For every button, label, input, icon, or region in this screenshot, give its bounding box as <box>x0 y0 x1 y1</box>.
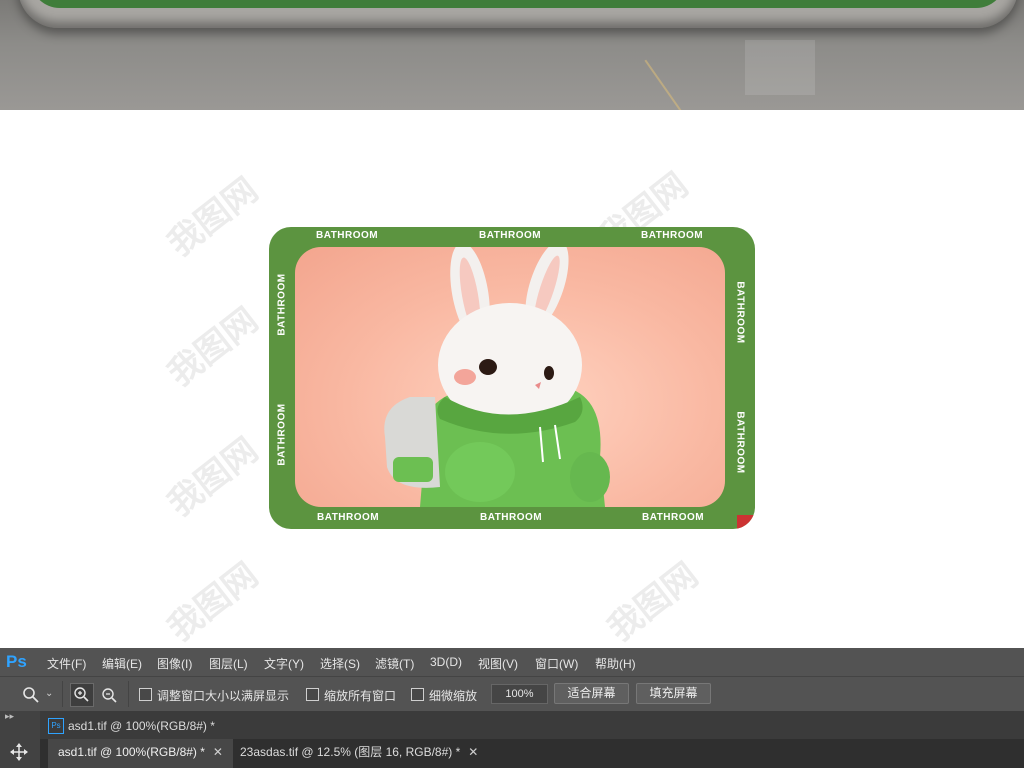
menu-help[interactable]: 帮助(H) <box>595 655 636 672</box>
bath-mat-design: BATHROOM BATHROOM BATHROOM BATHROOM BATH… <box>269 227 755 529</box>
mat-label-right-upper: BATHROOM <box>734 281 746 344</box>
mat-inner-panel <box>295 247 725 507</box>
resize-windows-checkbox[interactable] <box>139 688 152 701</box>
zoom-out-icon[interactable] <box>99 685 119 705</box>
mat-label-left-lower: BATHROOM <box>276 403 288 466</box>
document-tab-bar: asd1.tif @ 100%(RGB/8#) * ✕ 23asdas.tif @… <box>40 739 1024 768</box>
ps-document-area: ▸▸ Ps asd1.tif @ 100%(RGB/8#) * asd1.tif… <box>0 711 1024 768</box>
zoom-all-windows-checkbox[interactable] <box>306 688 319 701</box>
options-separator <box>128 681 129 707</box>
ps-options-bar: ⌄ 调整窗口大小以满屏显示 缩放所有窗口 细微缩放 100% 适合屏幕 填充屏幕 <box>0 676 1024 712</box>
menu-edit[interactable]: 编辑(E) <box>102 655 142 672</box>
menu-type[interactable]: 文字(Y) <box>264 655 304 672</box>
tools-panel: ▸▸ <box>0 711 41 768</box>
bunny-illustration <box>384 247 610 507</box>
document-tab-active[interactable]: asd1.tif @ 100%(RGB/8#) * ✕ <box>48 739 233 768</box>
menu-image[interactable]: 图像(I) <box>157 655 192 672</box>
close-icon[interactable]: ✕ <box>213 745 223 759</box>
scrubby-zoom-checkbox[interactable] <box>411 688 424 701</box>
watermark: 我图网 <box>161 170 266 264</box>
mat-mockup-edge <box>18 0 1018 28</box>
tool-preset-chevron-icon[interactable]: ⌄ <box>45 688 53 699</box>
watermark: 我图网 <box>161 300 266 394</box>
floating-document-title[interactable]: Ps asd1.tif @ 100%(RGB/8#) * <box>40 711 1024 739</box>
menu-select[interactable]: 选择(S) <box>320 655 360 672</box>
zoom-tool-icon[interactable] <box>22 686 40 704</box>
zoom-in-icon <box>74 687 89 702</box>
mat-corner-accent <box>737 515 755 529</box>
mat-label-bottom-right: BATHROOM <box>642 512 705 523</box>
move-tool-icon[interactable] <box>10 743 28 761</box>
close-icon[interactable]: ✕ <box>468 745 478 759</box>
mat-label-top-center: BATHROOM <box>479 230 542 241</box>
zoom-value-field[interactable]: 100% <box>491 684 548 704</box>
tab-label: 23asdas.tif @ 12.5% (图层 16, RGB/8#) * <box>240 745 461 759</box>
mat-mockup-green <box>30 0 1006 8</box>
resize-windows-label: 调整窗口大小以满屏显示 <box>157 689 290 703</box>
ps-logo: Ps <box>6 652 27 671</box>
watermark: 我图网 <box>601 555 706 649</box>
document-tab[interactable]: 23asdas.tif @ 12.5% (图层 16, RGB/8#) * ✕ <box>230 739 488 768</box>
menu-file[interactable]: 文件(F) <box>47 655 86 672</box>
mat-label-bottom-left: BATHROOM <box>317 512 380 523</box>
fit-screen-button[interactable]: 适合屏幕 <box>554 683 629 704</box>
zoom-in-button[interactable] <box>70 683 94 707</box>
options-separator <box>62 681 63 707</box>
mat-label-top-left: BATHROOM <box>316 230 379 241</box>
marble-crack <box>644 13 758 110</box>
menu-3d[interactable]: 3D(D) <box>430 655 462 669</box>
menu-view[interactable]: 视图(V) <box>478 655 518 672</box>
menu-layer[interactable]: 图层(L) <box>209 655 248 672</box>
menu-window[interactable]: 窗口(W) <box>535 655 578 672</box>
ps-menubar: Ps 文件(F) 编辑(E) 图像(I) 图层(L) 文字(Y) 选择(S) 滤… <box>0 648 1024 676</box>
fill-screen-button[interactable]: 填充屏幕 <box>636 683 711 704</box>
zoom-all-windows-label: 缩放所有窗口 <box>324 689 397 703</box>
marble-sheen <box>745 40 815 95</box>
panel-collapse-icon[interactable]: ▸▸ <box>5 711 14 722</box>
mat-label-bottom-center: BATHROOM <box>480 512 543 523</box>
menu-filter[interactable]: 滤镜(T) <box>375 655 414 672</box>
mockup-marble-scene <box>0 0 1024 110</box>
tab-label: asd1.tif @ 100%(RGB/8#) * <box>58 745 205 759</box>
mat-label-right-lower: BATHROOM <box>734 411 746 474</box>
watermark: 我图网 <box>161 555 266 649</box>
document-title: asd1.tif @ 100%(RGB/8#) * <box>68 719 215 733</box>
watermark: 我图网 <box>161 430 266 524</box>
scrubby-zoom-label: 细微缩放 <box>429 689 478 703</box>
ps-doc-icon: Ps <box>48 718 64 734</box>
mat-label-left-upper: BATHROOM <box>276 273 288 336</box>
mat-label-top-right: BATHROOM <box>641 230 704 241</box>
